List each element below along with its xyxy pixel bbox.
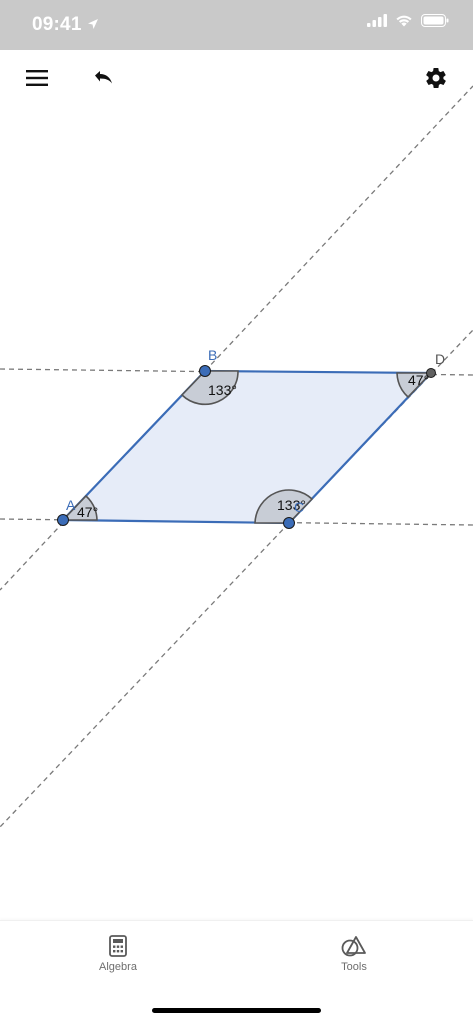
hamburger-menu-icon bbox=[26, 70, 48, 86]
point-c[interactable] bbox=[283, 517, 295, 529]
point-d[interactable] bbox=[426, 368, 436, 378]
menu-button[interactable] bbox=[21, 62, 53, 94]
home-indicator[interactable] bbox=[152, 1008, 321, 1013]
tab-tools[interactable]: Tools bbox=[314, 935, 394, 973]
point-label-c: C bbox=[294, 499, 304, 515]
tab-algebra[interactable]: Algebra bbox=[78, 935, 158, 973]
location-arrow-icon bbox=[88, 19, 98, 29]
angle-label-a: 47° bbox=[77, 504, 98, 520]
point-label-b: B bbox=[208, 347, 217, 363]
battery-icon bbox=[421, 14, 449, 27]
tab-algebra-label: Algebra bbox=[99, 961, 137, 973]
parallelogram-abdc[interactable] bbox=[61, 369, 433, 525]
dashed-line-through-b[interactable] bbox=[204, 85, 473, 372]
status-bar: 09:41 bbox=[0, 0, 473, 50]
dashed-line-through-c-lower[interactable] bbox=[0, 522, 290, 828]
status-icons bbox=[367, 14, 449, 27]
calculator-icon bbox=[109, 935, 127, 957]
graphics-canvas[interactable]: 47° 133° 133° 47° A B C D bbox=[0, 0, 473, 920]
point-label-a: A bbox=[66, 497, 76, 513]
point-label-d: D bbox=[435, 351, 445, 367]
angle-label-d: 47° bbox=[408, 372, 429, 388]
shapes-tools-icon bbox=[341, 936, 366, 957]
angle-label-b: 133° bbox=[208, 382, 237, 398]
settings-button[interactable] bbox=[420, 62, 452, 94]
top-toolbar bbox=[0, 50, 473, 106]
undo-button[interactable] bbox=[85, 62, 117, 94]
gear-icon bbox=[426, 67, 446, 89]
tab-tools-label: Tools bbox=[341, 961, 367, 973]
status-time: 09:41 bbox=[32, 14, 82, 35]
point-a[interactable] bbox=[57, 514, 69, 526]
cellular-signal-icon bbox=[367, 14, 387, 27]
wifi-icon bbox=[396, 15, 412, 27]
point-b[interactable] bbox=[199, 365, 211, 377]
geogebra-app: 47° 133° 133° 47° A B C D 09:41 Algebra … bbox=[0, 0, 473, 1024]
undo-icon bbox=[95, 71, 112, 84]
